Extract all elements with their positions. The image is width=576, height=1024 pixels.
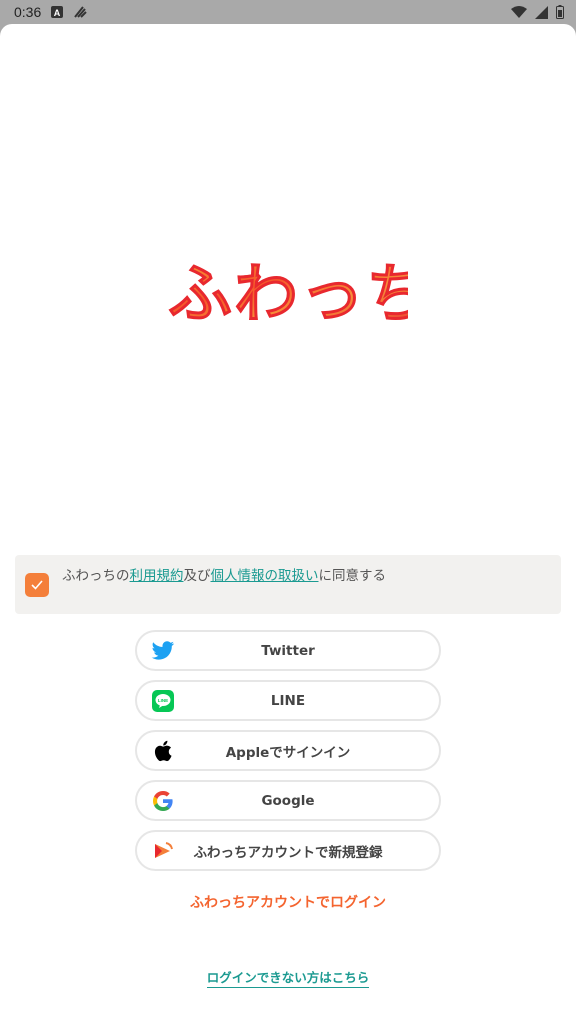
checkmark-icon — [31, 579, 43, 590]
google-icon — [151, 789, 175, 813]
logo-text: ふわっち — [168, 258, 408, 332]
agree-checkbox[interactable] — [25, 572, 49, 597]
consent-suffix: に同意する — [318, 567, 387, 584]
line-icon: LINE — [151, 689, 175, 713]
apple-signin-button[interactable]: Appleでサインイン — [135, 730, 441, 771]
apple-icon — [151, 739, 175, 763]
register-account-button[interactable]: ふわっちアカウントで新規登録 — [135, 830, 441, 871]
wifi-icon — [511, 5, 527, 19]
twitter-label: Twitter — [261, 642, 315, 659]
fuwacchi-logo: ふわっち — [168, 252, 431, 333]
status-right — [511, 5, 564, 19]
line-label: LINE — [270, 692, 306, 709]
consent-prefix: ふわっちの — [62, 567, 130, 584]
cant-login-label: ログインできない方はこちら — [206, 970, 370, 988]
status-time: 0:36 — [14, 4, 42, 20]
terms-link[interactable]: 利用規約 — [130, 568, 184, 584]
svg-text:A: A — [54, 8, 61, 18]
status-bar: 0:36 A — [0, 0, 576, 24]
svg-text:LINE: LINE — [158, 698, 168, 703]
google-label: Google — [261, 792, 315, 809]
consent-and: 及び — [183, 567, 211, 584]
cant-login-help-link[interactable]: ログインできない方はこちら — [0, 967, 576, 988]
account-login-link[interactable]: ふわっちアカウントでログイン — [0, 892, 576, 912]
apple-label: Appleでサインイン — [225, 744, 351, 761]
app-notification-icon — [73, 5, 87, 19]
privacy-link[interactable]: 個人情報の取扱い — [211, 568, 319, 584]
twitter-icon — [151, 639, 175, 663]
status-left: 0:36 A — [14, 4, 87, 20]
fuwacchi-app-icon — [151, 839, 175, 863]
google-login-button[interactable]: Google — [135, 780, 441, 821]
battery-icon — [556, 5, 564, 19]
login-sheet: ふわっち ふわっちの利用規約及び個人情報の取扱いに同意する Twitter LI… — [0, 24, 576, 1024]
consent-text: ふわっちの利用規約及び個人情報の取扱いに同意する — [62, 564, 386, 584]
a-icon: A — [51, 6, 64, 18]
signal-icon — [535, 5, 548, 19]
register-label: ふわっちアカウントで新規登録 — [193, 844, 383, 861]
consent-row: ふわっちの利用規約及び個人情報の取扱いに同意する — [15, 555, 561, 614]
twitter-login-button[interactable]: Twitter — [135, 630, 441, 671]
line-login-button[interactable]: LINE LINE — [135, 680, 441, 721]
